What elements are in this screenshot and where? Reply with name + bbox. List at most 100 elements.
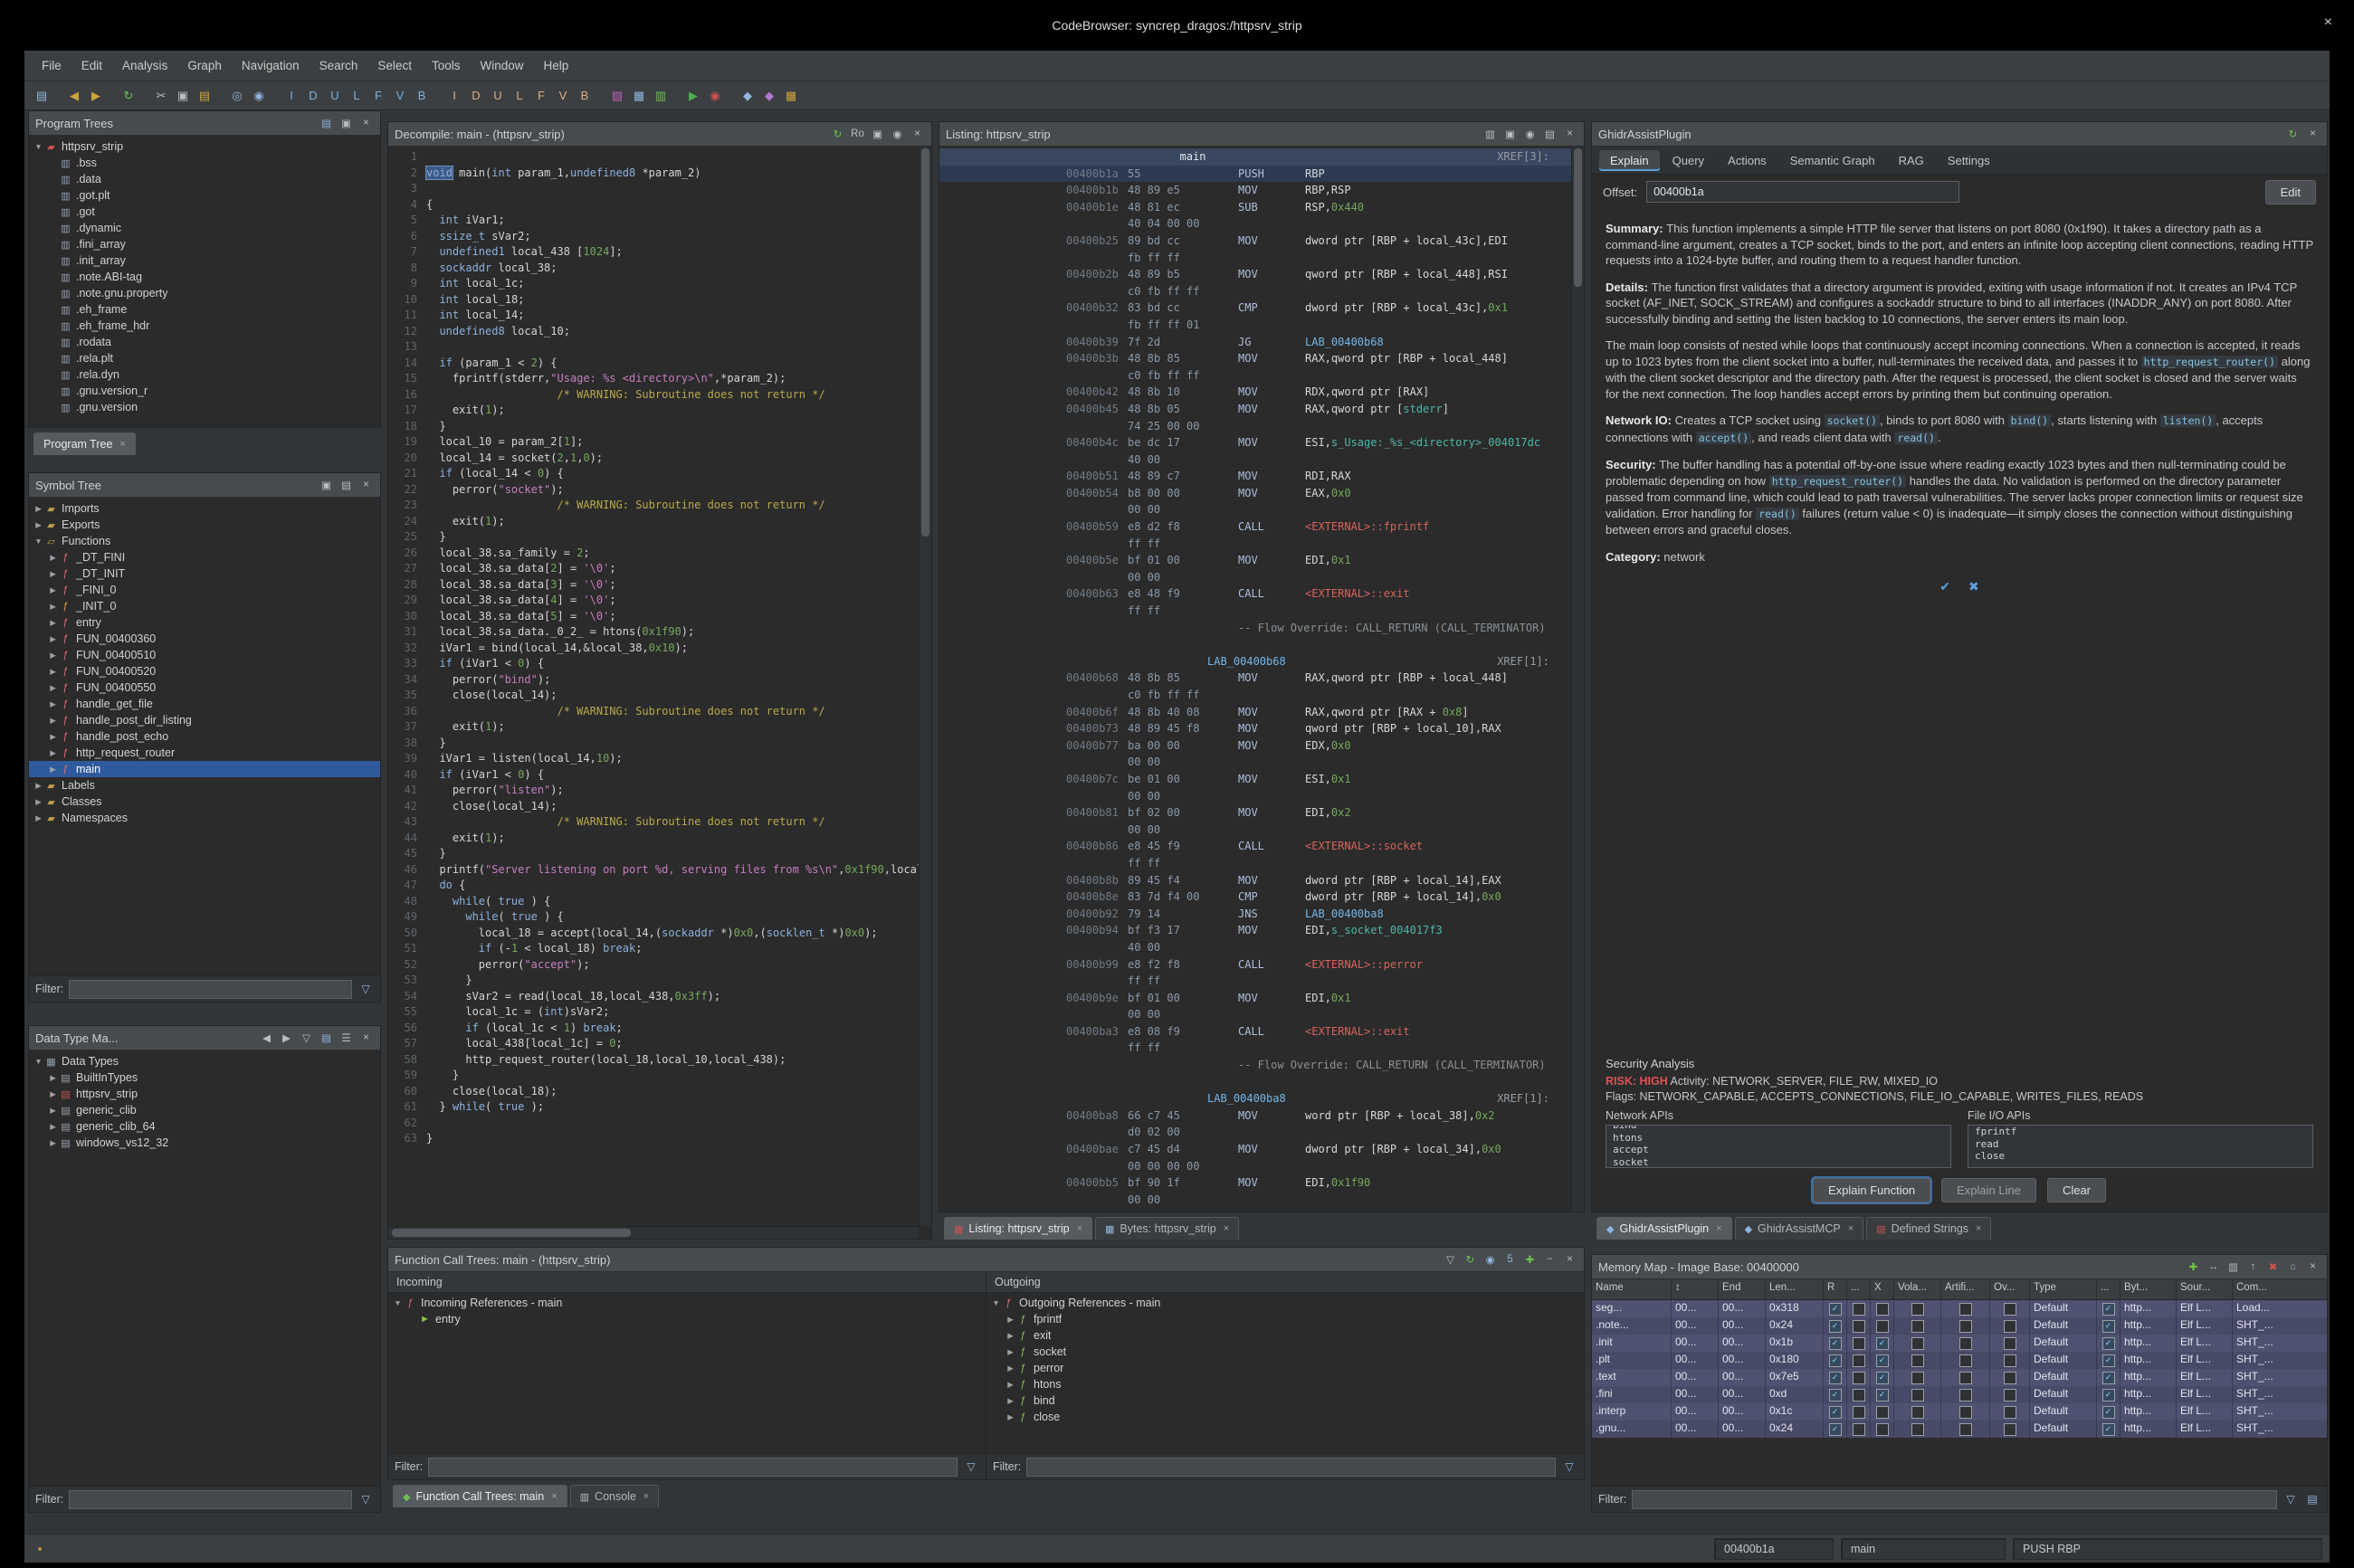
read-checkbox[interactable]: ✓ — [1829, 1303, 1842, 1316]
decompile-line-27[interactable]: 27 local_38.sa_data[2] = '\0'; — [392, 561, 919, 577]
close-panel-icon[interactable]: × — [1562, 127, 1577, 142]
write-checkbox[interactable] — [1853, 1372, 1865, 1384]
search-memory-icon[interactable]: ◎ — [227, 86, 247, 106]
navigate-previous-function-icon[interactable]: F — [531, 86, 551, 106]
mm-col-x[interactable]: X — [1871, 1279, 1894, 1299]
move-block-icon[interactable]: ↔ — [2206, 1259, 2221, 1275]
decompile-line-10[interactable]: 10 int local_18; — [392, 292, 919, 309]
pin-icon[interactable]: ▤ — [338, 478, 354, 493]
navigate-next-bookmark-icon[interactable]: B — [412, 86, 432, 106]
decompile-line-39[interactable]: 39 iVar1 = listen(local_14,10); — [392, 751, 919, 767]
menu-navigation[interactable]: Navigation — [232, 51, 310, 81]
tree-arrow-icon[interactable]: ▶ — [47, 1138, 59, 1148]
decompile-line-12[interactable]: 12 undefined8 local_10; — [392, 324, 919, 340]
decompile-line-30[interactable]: 30 local_38.sa_data[5] = '\0'; — [392, 609, 919, 625]
tree-arrow-icon[interactable]: ▶ — [47, 716, 59, 726]
navigate-next-undefined-icon[interactable]: U — [325, 86, 345, 106]
copy-icon[interactable]: ▣ — [870, 127, 885, 142]
assist-tab-explain[interactable]: Explain — [1599, 150, 1660, 171]
artificial-checkbox[interactable] — [1959, 1423, 1972, 1436]
decompile-line-21[interactable]: 21 if (local_14 < 0) { — [392, 466, 919, 482]
tab-bytes-httpsrv-strip[interactable]: ▦Bytes: httpsrv_strip× — [1095, 1217, 1239, 1240]
symbol-tree-header[interactable]: Symbol Tree ▣▤× — [29, 473, 380, 498]
menu-file[interactable]: File — [32, 51, 71, 81]
memory-block-row-plt[interactable]: .plt00...00...0x180✓✓Default✓http...Elf … — [1592, 1352, 2327, 1369]
tab-defined-strings[interactable]: ▤Defined Strings× — [1866, 1217, 1991, 1240]
tree-arrow-icon[interactable]: ▶ — [1005, 1412, 1016, 1422]
listing-vertical-scrollbar[interactable] — [1571, 147, 1584, 1212]
symbol-filter-input[interactable] — [69, 980, 352, 999]
listing-row-00400bae[interactable]: 00400baec7 45 d4MOVdword ptr [RBP + loca… — [939, 1141, 1571, 1158]
mm-col-sour[interactable]: Sour... — [2177, 1279, 2233, 1299]
assist-tab-semantic-graph[interactable]: Semantic Graph — [1779, 150, 1886, 171]
layout-icon[interactable]: ▤ — [319, 1031, 334, 1046]
initialized-checkbox[interactable]: ✓ — [2102, 1406, 2115, 1419]
incoming-ref-entry[interactable]: ►entry — [388, 1311, 986, 1327]
listing-row-00400b25[interactable]: 00400b2589 bd ccMOVdword ptr [RBP + loca… — [939, 233, 1571, 250]
execute-checkbox[interactable] — [1876, 1320, 1889, 1333]
decompile-line-31[interactable]: 31 local_38.sa_data._0_2_ = htons(0x1f90… — [392, 624, 919, 641]
ghidrassist-header[interactable]: GhidrAssistPlugin ↻× — [1592, 122, 2327, 147]
write-checkbox[interactable] — [1853, 1354, 1865, 1367]
navigate-next-label-icon[interactable]: L — [347, 86, 367, 106]
close-panel-icon[interactable]: × — [2305, 1259, 2321, 1275]
split-block-icon[interactable]: ▥ — [2225, 1259, 2241, 1275]
snapshot-icon[interactable]: ◉ — [1522, 127, 1538, 142]
mm-col-item[interactable]: ... — [1847, 1279, 1871, 1299]
tree-arrow-icon[interactable]: ▶ — [47, 748, 59, 758]
listing-row-00400b81[interactable]: 00400b81bf 02 00MOVEDI,0x2 — [939, 804, 1571, 822]
decompile-line-54[interactable]: 54 sVar2 = read(local_18,local_438,0x3ff… — [392, 989, 919, 1005]
artificial-checkbox[interactable] — [1959, 1337, 1972, 1350]
filter-options-icon[interactable]: ▽ — [357, 1491, 374, 1507]
memory-map-column-headers[interactable]: Name↕EndLen...R...XVola...Artifi...Ov...… — [1592, 1279, 2327, 1300]
xref-label[interactable]: XREF[3]: — [1497, 148, 1549, 166]
navigate-previous-bookmark-icon[interactable]: B — [575, 86, 595, 106]
program-tree-item-rela-plt[interactable]: ▥.rela.plt — [29, 350, 380, 366]
tree-arrow-icon[interactable]: ▶ — [33, 520, 44, 530]
console-icon[interactable]: ▥ — [651, 86, 671, 106]
filter-options-icon[interactable]: ▽ — [2283, 1491, 2299, 1507]
filter-options-icon[interactable]: ▽ — [1561, 1459, 1577, 1475]
overlay-checkbox[interactable] — [2004, 1389, 2016, 1402]
read-checkbox[interactable]: ✓ — [1829, 1354, 1842, 1367]
volatile-checkbox[interactable] — [1911, 1337, 1924, 1350]
mm-col-r[interactable]: R — [1824, 1279, 1847, 1299]
listing-row-00400b54[interactable]: 00400b54b8 00 00MOVEAX,0x0 — [939, 485, 1571, 502]
data-type-item-windows-vs12-32[interactable]: ▶▤windows_vs12_32 — [29, 1135, 380, 1151]
close-tab-icon[interactable]: × — [1077, 1223, 1082, 1234]
decompile-line-47[interactable]: 47 do { — [392, 878, 919, 894]
program-tree-item-rodata[interactable]: ▥.rodata — [29, 334, 380, 350]
tree-arrow-icon[interactable]: ▶ — [33, 813, 44, 823]
nav-forward-icon[interactable]: ▶ — [279, 1031, 294, 1046]
listing-row-00400ba3[interactable]: 00400ba3e8 08 f9CALL<EXTERNAL>::exit — [939, 1023, 1571, 1041]
artificial-checkbox[interactable] — [1959, 1406, 1972, 1419]
execute-checkbox[interactable] — [1876, 1423, 1889, 1436]
refresh-icon[interactable]: ↻ — [119, 86, 138, 106]
listing-row-00400b86[interactable]: 00400b86e8 45 f9CALL<EXTERNAL>::socket — [939, 838, 1571, 855]
close-panel-icon[interactable]: × — [2305, 127, 2321, 142]
close-panel-icon[interactable]: × — [358, 478, 374, 493]
depth-badge[interactable]: 5 — [1502, 1252, 1518, 1268]
symbol-tree-item-entry[interactable]: ▶ƒentry — [29, 614, 380, 631]
memory-map-header[interactable]: Memory Map - Image Base: 00400000 ✚↔▥↑✖⌂… — [1592, 1255, 2327, 1279]
pin-icon[interactable]: ▣ — [338, 116, 354, 131]
listing-row-00400b51[interactable]: 00400b5148 89 c7MOVRDI,RAX — [939, 468, 1571, 485]
listing-row-00400b8b[interactable]: 00400b8b89 45 f4MOVdword ptr [RBP + loca… — [939, 872, 1571, 889]
tab-ghidrassistmcp[interactable]: ◆GhidrAssistMCP× — [1735, 1217, 1864, 1240]
mm-col-end[interactable]: End — [1719, 1279, 1766, 1299]
volatile-checkbox[interactable] — [1911, 1354, 1924, 1367]
outgoing-ref-exit[interactable]: ▶ƒexit — [986, 1327, 1584, 1344]
symbol-tree-item-fun-00400510[interactable]: ▶ƒFUN_00400510 — [29, 647, 380, 663]
menu-icon[interactable]: ☰ — [338, 1031, 354, 1046]
decompile-line-26[interactable]: 26 local_38.sa_family = 2; — [392, 546, 919, 562]
assist-tab-query[interactable]: Query — [1662, 150, 1715, 171]
assist-tab-rag[interactable]: RAG — [1888, 150, 1935, 171]
toggle-margin-icon[interactable]: ▤ — [1542, 127, 1558, 142]
mm-col-com[interactable]: Com... — [2233, 1279, 2328, 1299]
expand-block-icon[interactable]: ↑ — [2245, 1259, 2261, 1275]
artificial-checkbox[interactable] — [1959, 1320, 1972, 1333]
save-icon[interactable]: ▤ — [32, 86, 52, 106]
decompile-line-5[interactable]: 5 int iVar1; — [392, 213, 919, 229]
initialized-checkbox[interactable]: ✓ — [2102, 1320, 2115, 1333]
decompile-line-35[interactable]: 35 close(local_14); — [392, 688, 919, 704]
